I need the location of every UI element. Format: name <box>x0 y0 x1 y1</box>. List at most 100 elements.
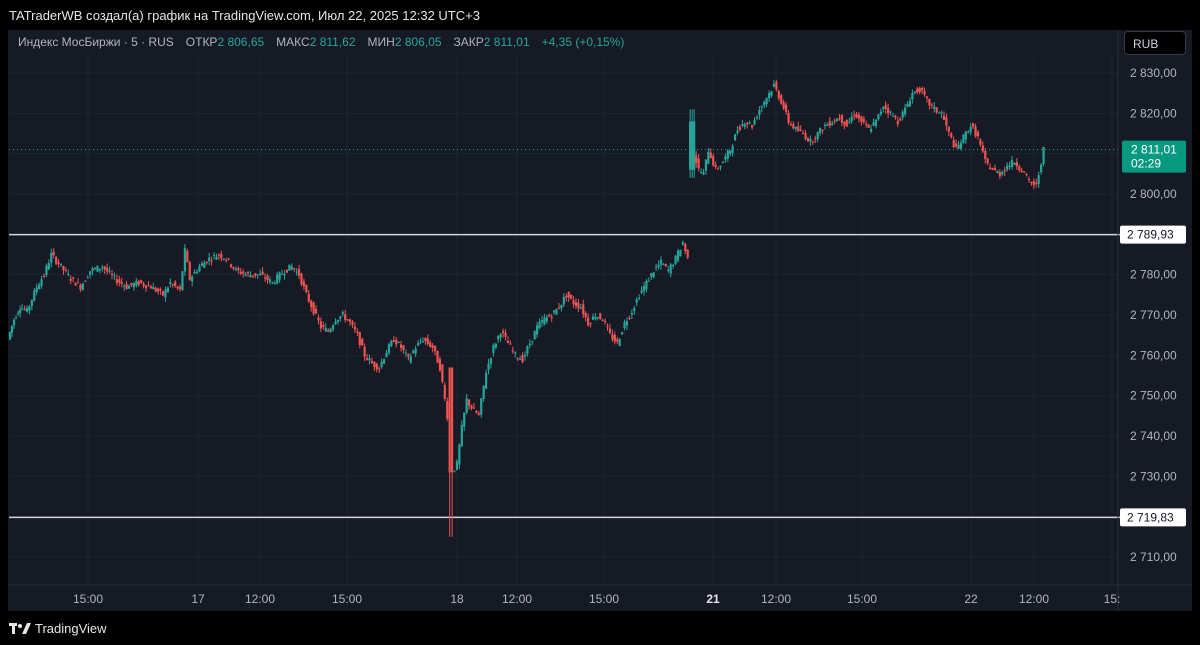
candle-body <box>911 92 914 100</box>
candle-body <box>604 321 607 323</box>
candle-body <box>361 338 364 346</box>
countdown-label: 02:29 <box>1131 157 1161 171</box>
candle-body <box>543 317 546 325</box>
candle-body <box>324 327 327 332</box>
candle-body <box>709 152 712 159</box>
candle-body <box>652 272 655 278</box>
candle-body <box>1003 170 1006 172</box>
candle-body <box>210 260 213 262</box>
candle-body <box>748 122 751 124</box>
candle-body <box>667 269 670 271</box>
candle-body <box>242 271 245 274</box>
candle-body <box>25 307 29 312</box>
candle-body <box>30 299 33 306</box>
y-tick-label: 2 750,00 <box>1130 389 1177 403</box>
candle-body <box>782 102 785 109</box>
candle-body <box>300 273 303 285</box>
candle-body <box>329 328 332 333</box>
candle-body <box>310 300 313 308</box>
open-value: 2 806,65 <box>217 35 265 49</box>
candle-body <box>358 332 361 346</box>
candle-body <box>314 308 318 314</box>
candle-body <box>239 271 242 274</box>
candle-body <box>327 329 330 332</box>
candle-body <box>397 341 400 343</box>
candle-body <box>69 278 72 281</box>
candle-body <box>545 317 548 322</box>
currency-button[interactable]: RUB <box>1124 31 1186 55</box>
candle-body <box>984 150 987 160</box>
candle-body <box>957 144 960 149</box>
x-tick-label: 12:00 <box>761 592 791 606</box>
candle-body <box>72 277 75 279</box>
candle-body <box>118 279 121 283</box>
candle-body <box>704 159 708 171</box>
candle-body <box>560 304 563 309</box>
candle-body <box>913 91 916 93</box>
candle-body <box>373 361 376 367</box>
y-tick-label: 2 730,00 <box>1130 469 1177 483</box>
candle-body <box>40 279 43 286</box>
candle-body <box>424 337 427 341</box>
candlestick-chart[interactable]: 2 710,002 720,002 730,002 740,002 750,00… <box>0 0 1200 645</box>
candle-body <box>159 289 162 291</box>
x-tick-label: 12:00 <box>245 592 275 606</box>
candle-body <box>115 279 118 284</box>
y-tick-label: 2 830,00 <box>1130 66 1177 80</box>
candle-body <box>438 358 442 371</box>
candle-body <box>860 116 863 122</box>
candle-body <box>645 280 648 290</box>
candle-body <box>28 306 31 311</box>
candle-body <box>266 275 269 281</box>
candle-body <box>431 345 434 348</box>
candle-body <box>1013 162 1016 165</box>
candle-body <box>208 257 211 261</box>
candle-body <box>450 367 454 473</box>
candle-body <box>79 284 82 290</box>
candle-body <box>623 322 626 329</box>
candle-body <box>203 262 206 268</box>
candle-body <box>940 112 943 114</box>
candle-body <box>565 295 568 298</box>
candle-body <box>689 121 692 170</box>
last-price-label: 2 811,01 <box>1131 143 1177 157</box>
candle-body <box>285 269 289 273</box>
candle-body <box>67 273 70 276</box>
candle-body <box>630 312 633 315</box>
candle-body <box>193 271 196 274</box>
candle-body <box>268 279 272 282</box>
candle-body <box>862 118 865 122</box>
candle-body <box>487 363 490 370</box>
candle-body <box>806 138 810 142</box>
candle-body <box>378 368 381 370</box>
candle-body <box>928 98 931 106</box>
candle-body <box>801 132 805 134</box>
tradingview-logo[interactable]: TradingView <box>9 621 107 636</box>
candle-body <box>98 268 101 271</box>
candle-body <box>823 124 827 126</box>
candle-body <box>950 133 953 138</box>
candle-body <box>225 260 228 262</box>
candle-body <box>831 123 834 126</box>
candle-body <box>399 344 403 348</box>
candle-body <box>772 83 776 87</box>
candle-body <box>110 273 114 275</box>
candles <box>8 79 1045 537</box>
candle-body <box>608 328 612 334</box>
candle-body <box>843 121 846 126</box>
candle-body <box>174 281 177 287</box>
candle-body <box>848 121 851 123</box>
candle-body <box>123 285 126 287</box>
candle-body <box>618 339 621 346</box>
candle-body <box>101 267 104 269</box>
candle-body <box>312 302 315 315</box>
candle-body <box>840 114 844 123</box>
candle-body <box>1006 165 1009 170</box>
candle-body <box>640 290 643 293</box>
candle-body <box>494 343 497 348</box>
candle-body <box>557 307 561 309</box>
candle-body <box>152 286 155 290</box>
candle-body <box>811 141 814 143</box>
candle-body <box>125 284 128 289</box>
candle-body <box>942 115 946 120</box>
